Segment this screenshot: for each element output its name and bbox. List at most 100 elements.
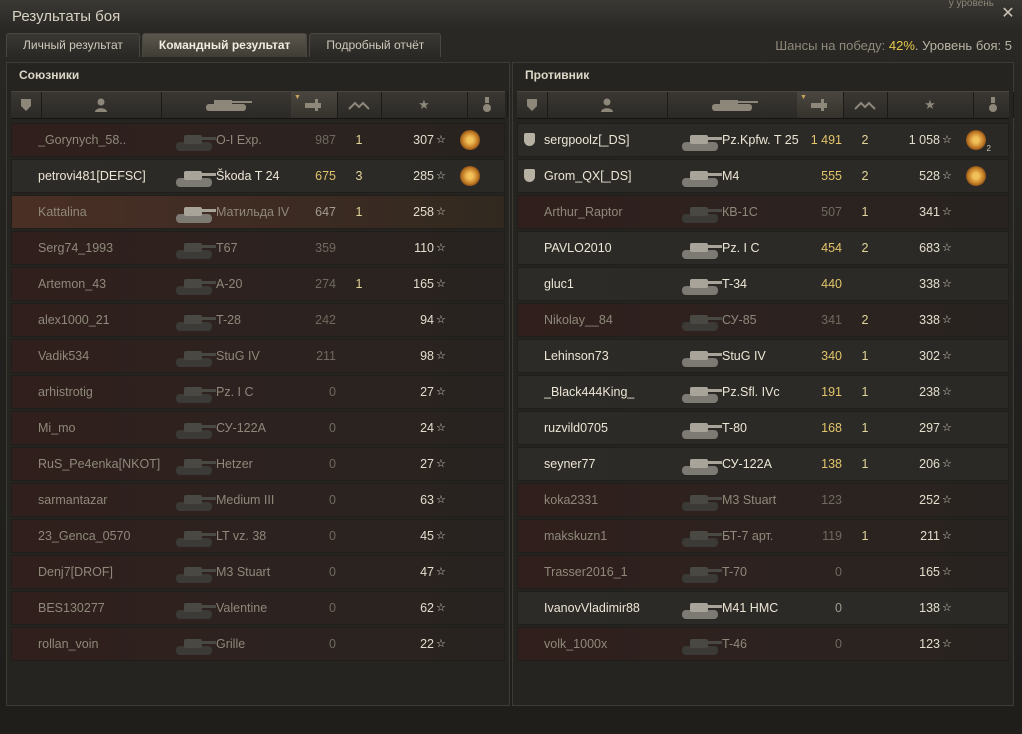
xp-value: 258 bbox=[413, 205, 434, 219]
medal-icon[interactable] bbox=[460, 268, 488, 300]
medal-icon[interactable] bbox=[966, 412, 994, 444]
player-row[interactable]: koka2331 M3 Stuart 123 252 ☆ bbox=[517, 483, 1009, 517]
player-name: sarmantazar bbox=[38, 493, 108, 507]
player-row[interactable]: Trasser2016_1 T-70 0 165 ☆ bbox=[517, 555, 1009, 589]
player-row[interactable]: Serg74_1993 T67 359 110 ☆ bbox=[11, 231, 505, 265]
tank-icon bbox=[678, 160, 728, 192]
player-row[interactable]: sarmantazar Medium III 0 63 ☆ bbox=[11, 483, 505, 517]
medal-icon[interactable] bbox=[966, 340, 994, 372]
frags-value: 1 bbox=[861, 529, 869, 543]
player-row[interactable]: Denj7[DROF] M3 Stuart 0 47 ☆ bbox=[11, 555, 505, 589]
medal-icon[interactable] bbox=[460, 556, 488, 588]
medal-icon[interactable]: 2 bbox=[966, 124, 994, 156]
medal-icon[interactable] bbox=[460, 448, 488, 480]
player-row[interactable]: rollan_voin Grille 0 22 ☆ bbox=[11, 627, 505, 661]
medal-icon[interactable] bbox=[966, 232, 994, 264]
player-row[interactable]: sergpoolz[_DS] Pz.Kpfw. T 25 1 491 2 1 058 ☆ 2 bbox=[517, 123, 1009, 157]
player-row[interactable]: Vadik534 StuG IV 211 98 ☆ bbox=[11, 339, 505, 373]
medal-icon[interactable] bbox=[966, 556, 994, 588]
player-row[interactable]: ruzvild0705 T-80 168 1 297 ☆ bbox=[517, 411, 1009, 445]
tab-team[interactable]: Командный результат bbox=[141, 33, 308, 57]
player-row[interactable]: Kattalina Матильда IV 647 1 258 ☆ bbox=[11, 195, 505, 229]
player-row[interactable]: _Black444King_ Pz.Sfl. IVc 191 1 238 ☆ bbox=[517, 375, 1009, 409]
player-col-icon[interactable] bbox=[41, 92, 162, 118]
player-row[interactable]: petrovi481[DEFSC] Škoda T 24 675 3 285 ☆ bbox=[11, 159, 505, 193]
medal-icon[interactable] bbox=[460, 628, 488, 660]
tab-personal[interactable]: Личный результат bbox=[6, 33, 140, 57]
xp-star-icon: ☆ bbox=[436, 242, 446, 254]
medal-icon[interactable] bbox=[460, 412, 488, 444]
vehicle-name: StuG IV bbox=[722, 349, 766, 363]
tank-icon bbox=[172, 124, 222, 156]
player-row[interactable]: Artemon_43 A-20 274 1 165 ☆ bbox=[11, 267, 505, 301]
tank-icon bbox=[172, 304, 222, 336]
medal-icon[interactable] bbox=[966, 304, 994, 336]
medal-icon[interactable] bbox=[460, 304, 488, 336]
player-row[interactable]: alex1000_21 T-28 242 94 ☆ bbox=[11, 303, 505, 337]
player-row[interactable]: Mi_mo СУ-122А 0 24 ☆ bbox=[11, 411, 505, 445]
medal-icon[interactable] bbox=[460, 160, 488, 192]
medal-icon[interactable] bbox=[966, 196, 994, 228]
medal-col-icon[interactable] bbox=[467, 92, 508, 118]
player-col-icon[interactable] bbox=[547, 92, 668, 118]
medal-icon[interactable] bbox=[460, 196, 488, 228]
medal-icon[interactable] bbox=[460, 340, 488, 372]
medal-icon[interactable] bbox=[966, 592, 994, 624]
medal-icon[interactable] bbox=[460, 232, 488, 264]
frags-value bbox=[348, 592, 370, 624]
platoon-icon bbox=[18, 124, 36, 156]
medal-icon[interactable] bbox=[966, 160, 994, 192]
player-row[interactable]: makskuzn1 БТ-7 арт. 119 1 211 ☆ bbox=[517, 519, 1009, 553]
medal-icon[interactable] bbox=[966, 448, 994, 480]
player-row[interactable]: arhistrotig Pz. I C 0 27 ☆ bbox=[11, 375, 505, 409]
xp-value: 307 bbox=[413, 133, 434, 147]
xp-star-icon: ☆ bbox=[942, 350, 952, 362]
player-row[interactable]: Nikolay__84 СУ-85 341 2 338 ☆ bbox=[517, 303, 1009, 337]
xp-col-icon[interactable]: ★ bbox=[381, 92, 468, 118]
tank-col-icon[interactable] bbox=[667, 92, 798, 118]
tank-icon bbox=[678, 484, 728, 516]
player-row[interactable]: BES130277 Valentine 0 62 ☆ bbox=[11, 591, 505, 625]
player-row[interactable]: Lehinson73 StuG IV 340 1 302 ☆ bbox=[517, 339, 1009, 373]
tank-icon bbox=[172, 340, 222, 372]
tank-icon bbox=[678, 412, 728, 444]
player-row[interactable]: Arthur_Raptor КВ-1С 507 1 341 ☆ bbox=[517, 195, 1009, 229]
frags-col-icon[interactable] bbox=[337, 92, 382, 118]
medal-icon[interactable] bbox=[966, 268, 994, 300]
frags-value: 1 bbox=[861, 385, 869, 399]
platoon-col-icon[interactable] bbox=[11, 92, 42, 118]
medal-icon[interactable] bbox=[460, 124, 488, 156]
medal-icon[interactable] bbox=[966, 628, 994, 660]
player-row[interactable]: RuS_Pe4enka[NKOT] Hetzer 0 27 ☆ bbox=[11, 447, 505, 481]
medal-icon[interactable] bbox=[460, 376, 488, 408]
medal-icon[interactable] bbox=[460, 520, 488, 552]
player-name: gluc1 bbox=[544, 277, 574, 291]
tank-col-icon[interactable] bbox=[161, 92, 292, 118]
player-row[interactable]: PAVLO2010 Pz. I C 454 2 683 ☆ bbox=[517, 231, 1009, 265]
player-row[interactable]: volk_1000x T-46 0 123 ☆ bbox=[517, 627, 1009, 661]
tab-detailed[interactable]: Подробный отчёт bbox=[309, 33, 442, 57]
tank-icon bbox=[678, 196, 728, 228]
damage-col-icon[interactable]: ▼ bbox=[291, 92, 338, 118]
player-row[interactable]: 23_Genca_0570 LT vz. 38 0 45 ☆ bbox=[11, 519, 505, 553]
medal-col-icon[interactable] bbox=[973, 92, 1014, 118]
player-row[interactable]: gluc1 T-34 440 338 ☆ bbox=[517, 267, 1009, 301]
close-icon[interactable]: ✕ bbox=[1000, 6, 1016, 22]
win-chance-value: 42% bbox=[888, 38, 915, 53]
xp-col-icon[interactable]: ★ bbox=[887, 92, 974, 118]
platoon-col-icon[interactable] bbox=[517, 92, 548, 118]
allies-title: Союзники bbox=[19, 68, 80, 82]
player-row[interactable]: IvanovVladimir88 M41 HMC 0 138 ☆ bbox=[517, 591, 1009, 625]
medal-icon[interactable] bbox=[966, 484, 994, 516]
medal-icon[interactable] bbox=[966, 376, 994, 408]
medal-icon[interactable] bbox=[460, 484, 488, 516]
player-row[interactable]: seyner77 СУ-122А 138 1 206 ☆ bbox=[517, 447, 1009, 481]
player-name: _Gorynych_58.. bbox=[38, 133, 127, 147]
enemies-panel: Противник ▼ ★ sergpoolz[_DS] Pz.Kpfw. T 25… bbox=[512, 62, 1014, 706]
damage-col-icon[interactable]: ▼ bbox=[797, 92, 844, 118]
player-row[interactable]: Grom_QX[_DS] M4 555 2 528 ☆ bbox=[517, 159, 1009, 193]
medal-icon[interactable] bbox=[460, 592, 488, 624]
player-row[interactable]: _Gorynych_58.. O-I Exp. 987 1 307 ☆ bbox=[11, 123, 505, 157]
frags-col-icon[interactable] bbox=[843, 92, 888, 118]
medal-icon[interactable] bbox=[966, 520, 994, 552]
